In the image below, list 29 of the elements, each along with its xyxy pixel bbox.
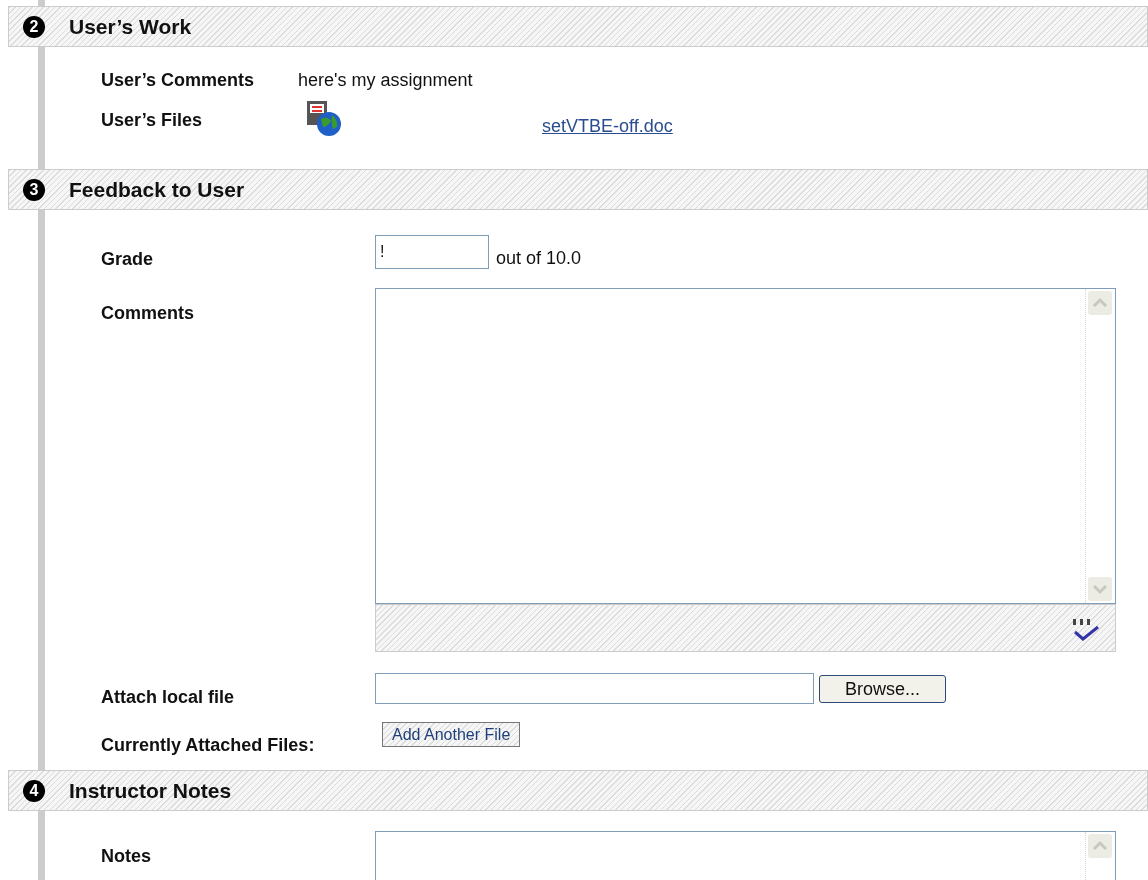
comment-text: here's my assignment: [298, 69, 473, 92]
spellcheck-icon[interactable]: [1071, 617, 1101, 643]
scroll-up-icon[interactable]: [1088, 834, 1112, 858]
scrollbar[interactable]: [1085, 289, 1115, 603]
scrollbar[interactable]: [1085, 832, 1115, 880]
field-label: Currently Attached Files:: [101, 735, 315, 755]
file-link[interactable]: setVTBE-off.doc: [542, 113, 673, 140]
section-title: User’s Work: [69, 13, 192, 40]
field-label: Attach local file: [101, 687, 235, 707]
step-number: 2: [23, 15, 45, 38]
field-label: Notes: [101, 846, 151, 866]
section-title: Feedback to User: [69, 176, 245, 203]
add-file-button[interactable]: Add Another File: [382, 722, 521, 747]
grade-suffix: out of 10.0: [496, 247, 582, 270]
comments-textarea[interactable]: [375, 288, 1116, 604]
file-globe-icon: [305, 101, 342, 137]
field-label: Comments: [101, 303, 194, 323]
step-number: 3: [23, 178, 45, 201]
scroll-up-icon[interactable]: [1088, 291, 1112, 315]
field-label: User’s Files: [101, 110, 203, 130]
field-label: User’s Comments: [101, 70, 255, 90]
section-title: Instructor Notes: [69, 777, 232, 804]
step-number: 4: [23, 779, 45, 802]
field-label: Grade: [101, 249, 154, 269]
grade-input[interactable]: !: [375, 235, 489, 269]
scroll-down-icon[interactable]: [1088, 577, 1112, 601]
notes-textarea[interactable]: [375, 831, 1116, 880]
file-path-input[interactable]: [375, 673, 814, 704]
browse-button[interactable]: Browse...: [819, 675, 946, 703]
